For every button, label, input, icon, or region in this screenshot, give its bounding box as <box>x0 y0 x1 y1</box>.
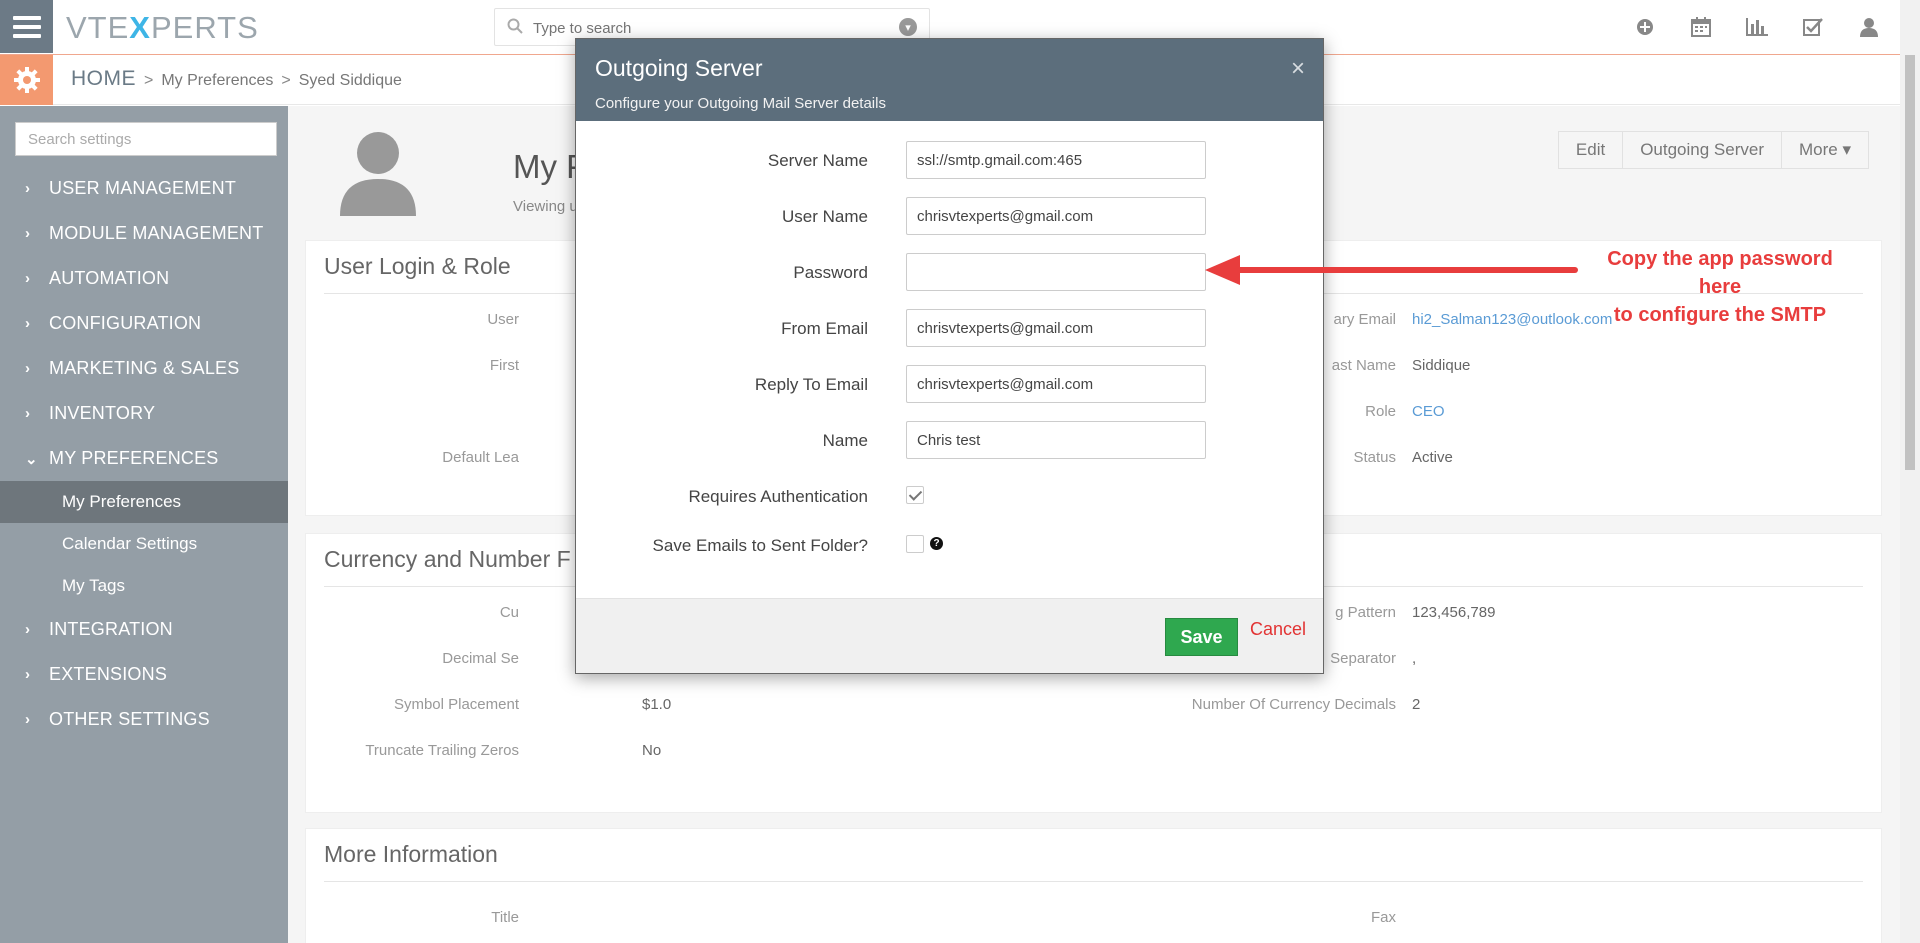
chevron-right-icon: › <box>25 621 31 638</box>
chevron-down-icon: ⌄ <box>25 450 38 468</box>
user-name-row: User Name <box>576 197 1323 237</box>
sidebar-item-other-settings[interactable]: › OTHER SETTINGS <box>0 697 288 742</box>
reports-chart-icon[interactable] <box>1744 14 1770 40</box>
annotation-text: Copy the app password here to configure … <box>1607 248 1833 326</box>
chevron-right-icon: › <box>25 360 31 377</box>
more-dropdown-button[interactable]: More ▾ <box>1781 131 1869 169</box>
breadcrumb-user: Syed Siddique <box>298 72 402 89</box>
settings-button[interactable] <box>0 55 53 105</box>
chevron-right-icon: › <box>25 711 31 728</box>
global-search-input[interactable] <box>533 17 873 39</box>
sidebar-subitem-my-preferences[interactable]: My Preferences <box>0 481 288 523</box>
page-actions: Edit Outgoing Server More ▾ <box>1557 131 1869 169</box>
page-scrollbar[interactable] <box>1900 0 1920 943</box>
name-row: Name <box>576 421 1323 461</box>
sidebar-item-user-management[interactable]: › USER MANAGEMENT <box>0 166 288 211</box>
edit-button[interactable]: Edit <box>1557 131 1624 169</box>
modal-subtitle: Configure your Outgoing Mail Server deta… <box>595 95 886 112</box>
settings-sidebar: Search settings › USER MANAGEMENT › MODULE… <box>0 106 288 943</box>
save-sent-row: Save Emails to Sent Folder? ? <box>576 526 1323 566</box>
from-email-row: From Email <box>576 309 1323 349</box>
section-heading: User Login & Role <box>324 253 511 279</box>
page-subtitle: Viewing u <box>513 198 578 215</box>
chevron-right-icon: › <box>25 405 31 422</box>
sidebar-item-configuration[interactable]: › CONFIGURATION <box>0 301 288 346</box>
sidebar-item-automation[interactable]: › AUTOMATION <box>0 256 288 301</box>
reply-to-row: Reply To Email <box>576 365 1323 405</box>
modal-title: Outgoing Server <box>595 55 763 81</box>
save-button[interactable]: Save <box>1165 618 1238 656</box>
outgoing-server-button[interactable]: Outgoing Server <box>1622 131 1782 169</box>
section-heading: Currency and Number F <box>324 546 571 572</box>
sidebar-item-marketing-sales[interactable]: › MARKETING & SALES <box>0 346 288 391</box>
search-settings-input[interactable]: Search settings <box>15 122 277 156</box>
close-icon[interactable]: × <box>1291 57 1305 81</box>
sidebar-item-my-preferences[interactable]: ⌄ MY PREFERENCES <box>0 436 288 481</box>
help-icon[interactable]: ? <box>930 537 943 550</box>
outgoing-server-modal: Outgoing Server Configure your Outgoing … <box>575 38 1324 674</box>
from-email-input[interactable] <box>906 309 1206 347</box>
cancel-button[interactable]: Cancel <box>1250 619 1306 640</box>
sidebar-item-inventory[interactable]: › INVENTORY <box>0 391 288 436</box>
save-to-sent-folder-checkbox[interactable] <box>906 535 924 553</box>
chevron-right-icon: › <box>25 225 31 242</box>
calendar-icon[interactable] <box>1688 14 1714 40</box>
more-information-card: More Information Title Fax <box>305 828 1882 943</box>
avatar <box>340 132 416 216</box>
server-name-row: Server Name <box>576 141 1323 181</box>
name-input[interactable] <box>906 421 1206 459</box>
section-heading: More Information <box>324 841 498 867</box>
gear-icon <box>13 67 40 93</box>
breadcrumb-home[interactable]: HOME <box>71 67 136 91</box>
tasks-check-icon[interactable] <box>1800 14 1826 40</box>
chevron-right-icon: › <box>25 315 31 332</box>
chevron-right-icon: › <box>25 180 31 197</box>
search-icon <box>507 18 523 34</box>
requires-auth-row: Requires Authentication <box>576 477 1323 517</box>
requires-authentication-checkbox[interactable] <box>906 486 924 504</box>
sidebar-item-extensions[interactable]: › EXTENSIONS <box>0 652 288 697</box>
user-icon[interactable] <box>1856 14 1882 40</box>
settings-menu: › USER MANAGEMENT › MODULE MANAGEMENT › AUT… <box>0 166 288 742</box>
user-name-input[interactable] <box>906 197 1206 235</box>
annotation-arrow <box>1205 255 1578 285</box>
breadcrumb-my-preferences[interactable]: My Preferences <box>161 72 273 90</box>
scrollbar-thumb[interactable] <box>1905 55 1915 470</box>
role-link[interactable]: CEO <box>1412 403 1445 420</box>
breadcrumb: HOME > My Preferences > Syed Siddique <box>71 67 402 91</box>
reply-to-email-input[interactable] <box>906 365 1206 403</box>
sidebar-subitem-my-tags[interactable]: My Tags <box>0 565 288 607</box>
chevron-down-icon[interactable]: ▾ <box>899 18 917 36</box>
sidebar-item-module-management[interactable]: › MODULE MANAGEMENT <box>0 211 288 256</box>
chevron-right-icon: › <box>25 666 31 683</box>
vtexperts-logo[interactable]: VTEXPERTS <box>66 10 259 46</box>
hamburger-icon <box>12 15 41 20</box>
chevron-right-icon: › <box>25 270 31 287</box>
password-input[interactable] <box>906 253 1206 291</box>
server-name-input[interactable] <box>906 141 1206 179</box>
menu-toggle-button[interactable] <box>0 0 53 53</box>
add-icon[interactable] <box>1632 14 1658 40</box>
sidebar-subitem-calendar-settings[interactable]: Calendar Settings <box>0 523 288 565</box>
top-actions <box>1632 14 1882 40</box>
sidebar-item-integration[interactable]: › INTEGRATION <box>0 607 288 652</box>
primary-email-link[interactable]: hi2_Salman123@outlook.com <box>1412 311 1612 328</box>
modal-footer: Save Cancel <box>576 598 1323 673</box>
modal-header: Outgoing Server Configure your Outgoing … <box>576 39 1323 121</box>
